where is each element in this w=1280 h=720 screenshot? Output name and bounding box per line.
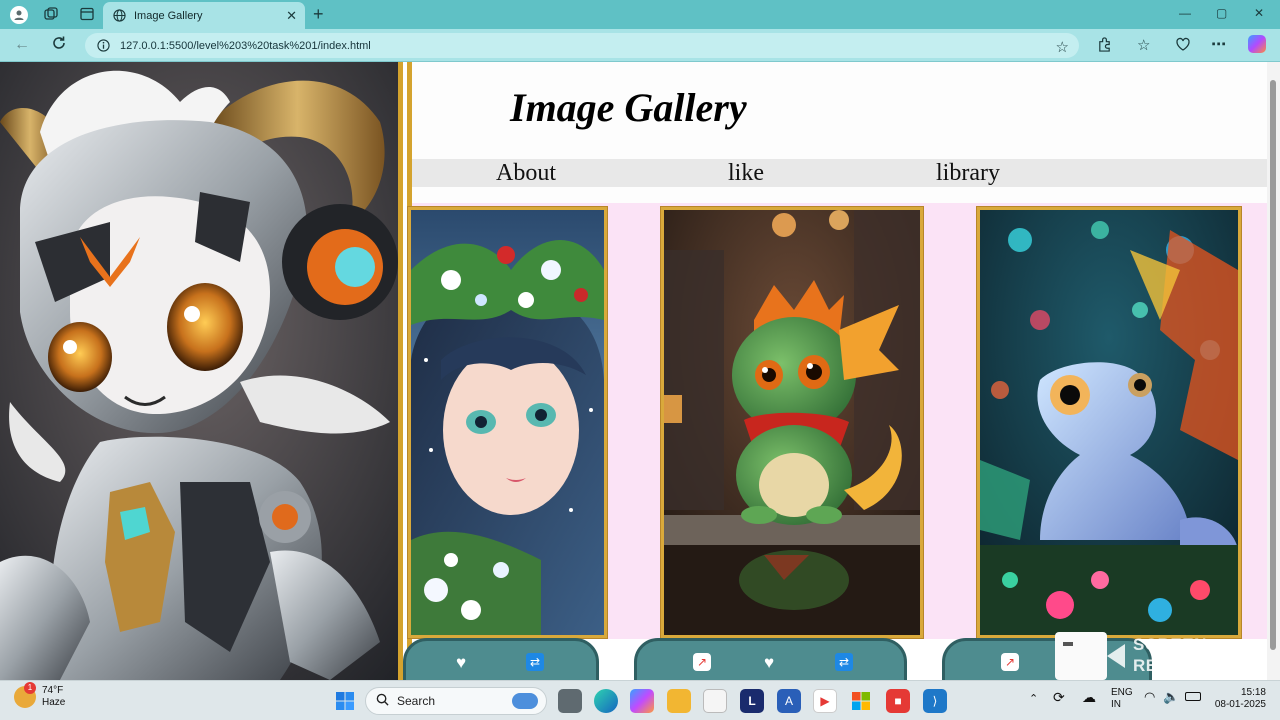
extensions-icon[interactable] bbox=[1097, 37, 1112, 52]
volume-icon[interactable]: 🔈 bbox=[1163, 690, 1179, 703]
globe-icon bbox=[113, 9, 126, 22]
clock[interactable]: 15:18 08-01-2025 bbox=[1212, 687, 1266, 711]
sync-icon[interactable]: ⟳ bbox=[1053, 690, 1065, 704]
nav-link-about[interactable]: About bbox=[496, 160, 556, 187]
page-title: Image Gallery bbox=[510, 85, 747, 130]
workspaces-icon[interactable] bbox=[44, 7, 58, 21]
battery-icon[interactable] bbox=[1185, 692, 1201, 701]
robot-character-image bbox=[0, 62, 398, 680]
wifi-icon[interactable]: ◠ bbox=[1144, 690, 1155, 703]
weather-temp: 74°F bbox=[42, 685, 64, 696]
back-icon[interactable]: ← bbox=[14, 36, 30, 54]
copilot-app-icon[interactable] bbox=[630, 689, 654, 713]
heart-icon[interactable]: ♥ bbox=[764, 653, 774, 673]
edge-browser-icon[interactable] bbox=[594, 689, 618, 713]
info-icon[interactable] bbox=[97, 39, 110, 52]
close-window-icon[interactable]: ✕ bbox=[1254, 6, 1264, 20]
new-tab-icon[interactable]: + bbox=[313, 4, 324, 25]
recorder-app-icon[interactable]: ■ bbox=[886, 689, 910, 713]
weather-icon: 1 bbox=[14, 682, 36, 708]
office-icon[interactable] bbox=[849, 689, 873, 713]
store-icon[interactable] bbox=[703, 689, 727, 713]
recorder-logo-icon bbox=[1055, 632, 1107, 680]
scrollbar-thumb[interactable] bbox=[1270, 80, 1276, 650]
card-actions-1[interactable]: ♥ ⇄ bbox=[403, 638, 599, 680]
file-explorer-icon[interactable] bbox=[667, 689, 691, 713]
youtube-icon[interactable]: ▶ bbox=[813, 689, 837, 713]
sketch-app-icon[interactable]: A bbox=[777, 689, 801, 713]
taskbar-search[interactable]: Search bbox=[365, 687, 547, 715]
favorites-icon[interactable]: ☆ bbox=[1137, 36, 1150, 54]
favorite-star-icon[interactable]: ☆ bbox=[1056, 38, 1069, 56]
cloud-icon[interactable]: ☁ bbox=[1082, 690, 1096, 704]
tab-actions-icon[interactable] bbox=[80, 7, 94, 21]
address-bar[interactable]: 127.0.0.1:5500/level%203%20task%201/inde… bbox=[85, 33, 1079, 58]
browser-toolbar: ← 127.0.0.1:5500/level%203%20task%201/in… bbox=[0, 29, 1280, 62]
repeat-icon[interactable]: ⇄ bbox=[526, 653, 544, 671]
close-tab-icon[interactable]: ✕ bbox=[286, 8, 297, 24]
taskbar: 1 74°F Haze Search L A ▶ ■ ⟩ ⌃ ⟳ ☁ ENG I… bbox=[0, 680, 1280, 720]
heart-icon[interactable]: ♥ bbox=[456, 653, 466, 673]
windows-start-icon[interactable] bbox=[333, 689, 357, 713]
lenovo-app-icon[interactable]: L bbox=[740, 689, 764, 713]
url-text: 127.0.0.1:5500/level%203%20task%201/inde… bbox=[120, 39, 371, 52]
nav-bar: About like library bbox=[412, 159, 1267, 187]
share-icon[interactable]: ↗ bbox=[693, 653, 711, 671]
browser-tab-strip: Image Gallery ✕ + — ▢ ✕ bbox=[0, 0, 1280, 29]
page-scrollbar[interactable] bbox=[1267, 62, 1280, 680]
gallery-image-lizard[interactable] bbox=[976, 206, 1242, 639]
tab-title: Image Gallery bbox=[134, 9, 203, 22]
weather-desc: Haze bbox=[42, 697, 66, 708]
more-menu-icon[interactable]: ⋯ bbox=[1211, 35, 1226, 53]
screen-recorder-watermark: SCREEN RECORDER bbox=[1055, 630, 1260, 682]
tray-chevron-icon[interactable]: ⌃ bbox=[1029, 693, 1038, 705]
weather-badge: 1 bbox=[24, 682, 36, 694]
weather-widget[interactable]: 1 74°F Haze bbox=[14, 682, 66, 709]
share-icon[interactable]: ↗ bbox=[1001, 653, 1019, 671]
browser-essentials-icon[interactable] bbox=[1175, 36, 1191, 52]
nav-link-like[interactable]: like bbox=[728, 160, 764, 187]
vscode-icon[interactable]: ⟩ bbox=[923, 689, 947, 713]
recorder-label: SCREEN RECORDER bbox=[1133, 635, 1235, 675]
minimize-icon[interactable]: — bbox=[1179, 6, 1191, 20]
card-actions-2[interactable]: ↗ ♥ ⇄ bbox=[634, 638, 907, 680]
tab-image-gallery[interactable]: Image Gallery ✕ bbox=[103, 2, 305, 29]
refresh-icon[interactable] bbox=[51, 35, 67, 51]
copilot-search-icon bbox=[512, 693, 538, 709]
search-icon bbox=[376, 693, 389, 709]
gallery-image-girl[interactable] bbox=[407, 206, 608, 639]
repeat-icon[interactable]: ⇄ bbox=[835, 653, 853, 671]
copilot-icon[interactable] bbox=[1248, 35, 1266, 53]
recorder-camera-icon bbox=[1107, 644, 1125, 668]
gallery-image-dragon[interactable] bbox=[660, 206, 924, 639]
language-indicator[interactable]: ENG IN bbox=[1111, 687, 1133, 711]
maximize-icon[interactable]: ▢ bbox=[1216, 6, 1227, 20]
search-label: Search bbox=[397, 694, 436, 708]
task-view-icon[interactable] bbox=[558, 689, 582, 713]
page-viewport: Image Gallery About like library ♥ ⇄ ↗ ♥… bbox=[0, 62, 1280, 680]
profile-icon[interactable] bbox=[10, 6, 28, 24]
nav-link-library[interactable]: library bbox=[936, 160, 1000, 187]
